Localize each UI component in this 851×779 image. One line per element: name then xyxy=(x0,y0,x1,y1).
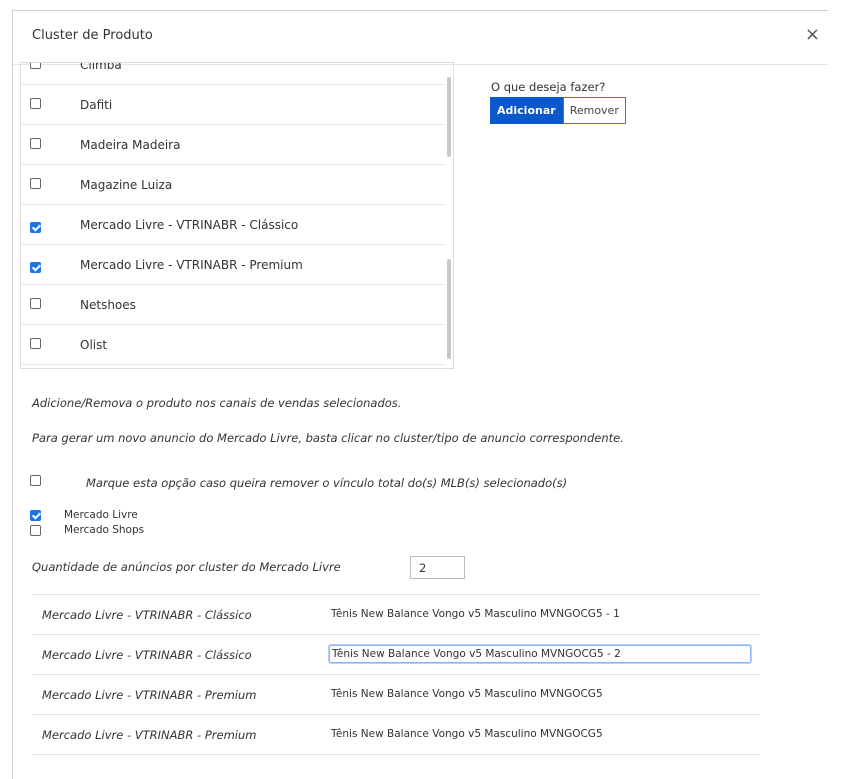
channel-checkbox[interactable] xyxy=(30,262,41,273)
listings-table: Mercado Livre - VTRINABR - Clássico Têni… xyxy=(32,594,760,755)
info-text-mercado-livre: Para gerar um novo anuncio do Mercado Li… xyxy=(32,431,624,445)
channel-label: Mercado Livre - VTRINABR - Clássico xyxy=(80,218,299,232)
modal-header: Cluster de Produto × xyxy=(13,11,828,65)
listing-cluster[interactable]: Mercado Livre - VTRINABR - Premium xyxy=(42,728,256,742)
listing-cluster[interactable]: Mercado Livre - VTRINABR - Clássico xyxy=(42,608,252,622)
listing-title[interactable]: Tênis New Balance Vongo v5 Masculino MVN… xyxy=(331,608,620,620)
table-row[interactable]: Mercado Livre - VTRINABR - Premium Tênis… xyxy=(32,675,760,715)
add-button[interactable]: Adicionar xyxy=(490,97,563,124)
channel-checkbox[interactable] xyxy=(30,338,41,349)
channel-checkbox[interactable] xyxy=(30,63,41,69)
channel-label: Magazine Luiza xyxy=(80,178,173,192)
listing-title-input[interactable] xyxy=(328,644,752,664)
info-text-add-remove: Adicione/Remova o produto nos canais de … xyxy=(32,396,402,410)
channel-item[interactable]: Netshoes xyxy=(21,285,445,325)
channel-checkbox[interactable] xyxy=(30,138,41,149)
channel-label: Madeira Madeira xyxy=(80,138,181,152)
channel-item[interactable]: Madeira Madeira xyxy=(21,125,445,165)
quantity-label: Quantidade de anúncios por cluster do Me… xyxy=(32,560,341,574)
remove-button[interactable]: Remover xyxy=(562,97,626,124)
channel-label: Dafiti xyxy=(80,98,113,112)
channel-item[interactable]: Mercado Livre - VTRINABR - Premium xyxy=(21,245,445,285)
table-row[interactable]: Mercado Livre - VTRINABR - Clássico Têni… xyxy=(32,595,760,635)
marketplace-checkbox-mercado-livre[interactable] xyxy=(30,510,41,521)
listing-cluster[interactable]: Mercado Livre - VTRINABR - Premium xyxy=(42,688,256,702)
channel-checkbox[interactable] xyxy=(30,98,41,109)
close-icon[interactable]: × xyxy=(805,26,820,44)
channel-label: Mercado Livre - VTRINABR - Premium xyxy=(80,258,303,272)
remove-link-checkbox[interactable] xyxy=(30,475,41,486)
channel-label: Olist xyxy=(80,338,108,352)
channel-item[interactable]: Climba xyxy=(21,62,445,85)
listing-title[interactable]: Tênis New Balance Vongo v5 Masculino MVN… xyxy=(331,728,603,740)
channel-label: Climba xyxy=(80,62,122,72)
channel-item[interactable]: Olist xyxy=(21,325,445,365)
action-button-group: Adicionar Remover xyxy=(490,97,626,124)
modal-title: Cluster de Produto xyxy=(32,28,153,43)
scroll-thumb-bottom[interactable] xyxy=(447,259,451,359)
table-row[interactable]: Mercado Livre - VTRINABR - Clássico xyxy=(32,635,760,675)
marketplace-checkbox-mercado-shops[interactable] xyxy=(30,525,41,536)
quantity-input[interactable] xyxy=(410,556,465,579)
remove-link-label: Marque esta opção caso queira remover o … xyxy=(86,476,568,490)
action-prompt: O que deseja fazer? xyxy=(491,80,606,94)
marketplace-label-mercado-shops: Mercado Shops xyxy=(64,524,145,536)
channel-item[interactable]: Magazine Luiza xyxy=(21,165,445,205)
marketplace-label-mercado-livre: Mercado Livre xyxy=(64,509,138,521)
channel-checkbox[interactable] xyxy=(30,178,41,189)
channel-list[interactable]: Climba Dafiti Madeira Madeira Magazine L… xyxy=(20,62,454,369)
channel-item[interactable]: Mercado Livre - VTRINABR - Clássico xyxy=(21,205,445,245)
channel-checkbox[interactable] xyxy=(30,222,41,233)
channel-checkbox[interactable] xyxy=(30,298,41,309)
listing-cluster[interactable]: Mercado Livre - VTRINABR - Clássico xyxy=(42,648,252,662)
scroll-thumb-top[interactable] xyxy=(447,77,451,157)
table-row[interactable]: Mercado Livre - VTRINABR - Premium Tênis… xyxy=(32,715,760,755)
channel-item[interactable]: Dafiti xyxy=(21,85,445,125)
channel-label: Netshoes xyxy=(80,298,136,312)
list-scrollbar[interactable] xyxy=(447,63,451,368)
listing-title[interactable]: Tênis New Balance Vongo v5 Masculino MVN… xyxy=(331,688,603,700)
